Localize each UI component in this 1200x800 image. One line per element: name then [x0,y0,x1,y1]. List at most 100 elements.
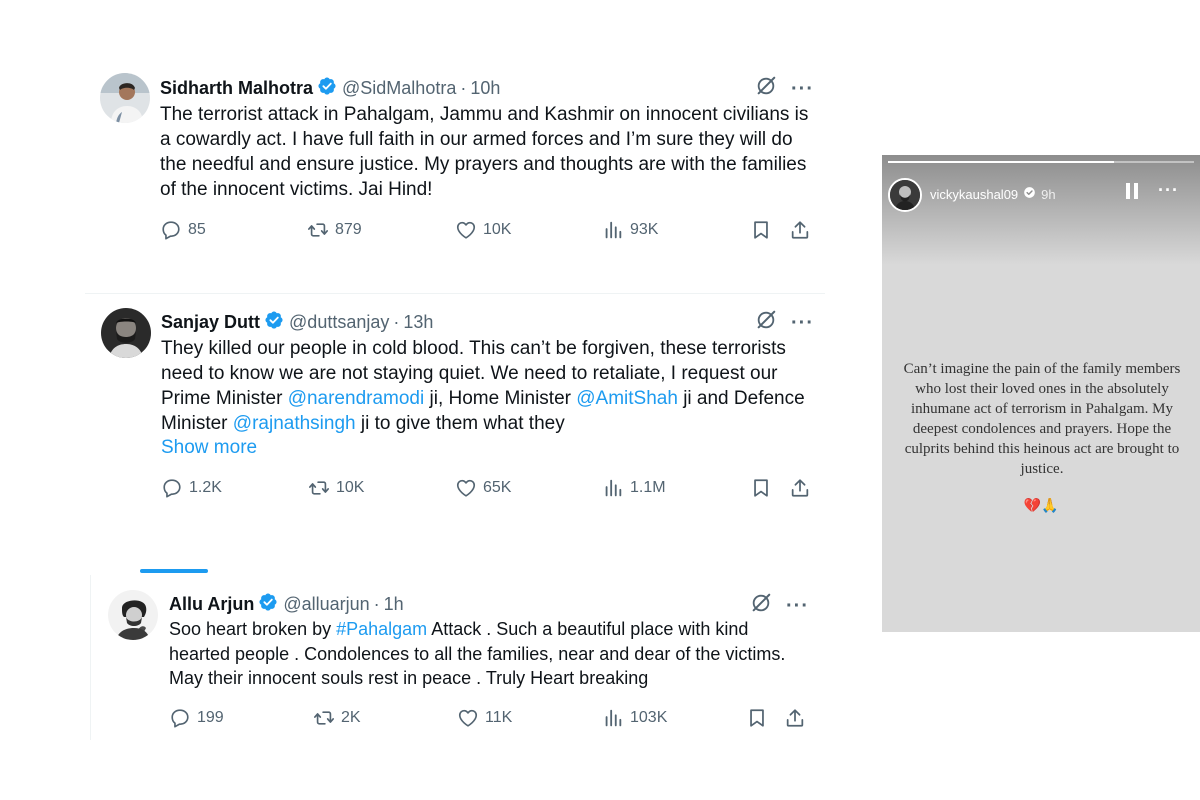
story-header-gradient [882,155,1200,265]
reply-icon [160,219,182,241]
mention-link[interactable]: @AmitShah [576,388,678,409]
reply-icon [169,707,191,729]
share-button[interactable] [789,219,811,241]
reply-button[interactable]: 1.2K [161,477,222,499]
separator: · [393,312,400,332]
views-button[interactable]: 93K [602,219,658,241]
share-icon [789,219,811,241]
reply-count: 85 [188,221,206,238]
repost-button[interactable]: 879 [307,219,362,241]
text-segment: ji to give them what they [355,413,565,434]
repost-count: 2K [341,709,361,726]
story-progress-bar [888,161,1194,163]
tweet-text: The terrorist attack in Pahalgam, Jammu … [160,104,809,200]
story-progress-fill [888,161,1115,163]
text-segment: ji, Home Minister [424,388,577,409]
views-count: 1.1M [630,479,666,496]
timestamp[interactable]: 10h [470,78,500,99]
tweet-actions: 199 2K 11K 103K [169,707,809,729]
repost-button[interactable]: 2K [313,707,361,729]
like-count: 65K [483,479,512,496]
grok-icon[interactable] [755,75,777,102]
views-button[interactable]: 103K [602,707,667,729]
reply-count: 1.2K [189,479,222,496]
hashtag-link[interactable]: #Pahalgam [336,619,427,639]
story-user-row: vickykaushal09 9h [930,186,1056,202]
avatar[interactable] [108,590,158,640]
story-time: 9h [1041,186,1056,202]
timestamp[interactable]: 1h [384,594,404,615]
tweet-text: Soo heart broken by #Pahalgam Attack . S… [169,617,794,691]
tweet-top-icons: ··· [750,592,809,619]
author-name[interactable]: Sidharth Malhotra [160,78,313,99]
like-button[interactable]: 10K [455,219,511,241]
more-icon[interactable]: ··· [791,79,814,99]
reply-count: 199 [197,709,224,726]
instagram-story[interactable]: vickykaushal09 9h ··· Can’t imagine the … [882,155,1200,632]
avatar[interactable] [101,308,151,358]
bookmark-button[interactable] [750,477,772,499]
mention-link[interactable]: @rajnathsingh [233,413,356,434]
like-button[interactable]: 65K [455,477,511,499]
mention-link[interactable]: @narendramodi [288,388,425,409]
share-button[interactable] [784,707,806,729]
verified-badge-icon [1023,186,1036,202]
tweet-actions: 85 879 10K 93K [160,219,820,241]
tweet-top-icons: ··· [755,75,814,102]
share-icon [784,707,806,729]
story-username[interactable]: vickykaushal09 [930,187,1018,202]
repost-count: 10K [336,479,365,496]
bookmark-button[interactable] [746,707,768,729]
separator: · [373,594,380,614]
story-text: Can’t imagine the pain of the family mem… [903,361,1181,477]
views-button[interactable]: 1.1M [602,477,666,499]
bookmark-icon [750,477,772,499]
verified-badge-icon [258,592,278,617]
views-icon [602,219,624,241]
pause-icon[interactable] [1125,183,1139,199]
repost-icon [313,707,335,729]
more-icon[interactable]: ··· [786,596,809,616]
share-button[interactable] [789,477,811,499]
author-name[interactable]: Allu Arjun [169,594,254,615]
views-icon [602,707,624,729]
reply-button[interactable]: 85 [160,219,206,241]
views-count: 103K [630,709,668,726]
views-icon [602,477,624,499]
like-icon [455,219,477,241]
bookmark-icon [746,707,768,729]
views-count: 93K [630,221,659,238]
reply-button[interactable]: 199 [169,707,224,729]
tweet-header: Allu Arjun @alluarjun · 1h [169,592,404,617]
grok-icon[interactable] [750,592,772,619]
tweet-card[interactable]: Allu Arjun @alluarjun · 1h ··· Soo heart… [90,575,815,740]
verified-badge-icon [264,310,284,335]
repost-button[interactable]: 10K [308,477,364,499]
like-count: 11K [485,709,513,726]
like-button[interactable]: 11K [457,707,512,729]
share-icon [789,477,811,499]
avatar[interactable] [100,73,150,123]
timestamp[interactable]: 13h [403,312,433,333]
author-handle[interactable]: @duttsanjay [289,312,389,333]
separator: · [460,78,467,98]
tweet-text: They killed our people in cold blood. Th… [161,336,816,436]
story-avatar[interactable] [888,178,922,212]
tweet-card[interactable]: Sidharth Malhotra @SidMalhotra · 10h ···… [85,60,825,270]
bookmark-button[interactable] [750,219,772,241]
tweet-header: Sidharth Malhotra @SidMalhotra · 10h [160,76,500,101]
show-more-link[interactable]: Show more [161,437,257,459]
author-handle[interactable]: @SidMalhotra [342,78,456,99]
author-handle[interactable]: @alluarjun [283,594,369,615]
more-icon[interactable]: ··· [791,313,814,333]
tab-indicator [140,569,208,573]
bookmark-icon [750,219,772,241]
tweet-card[interactable]: Sanjay Dutt @duttsanjay · 13h ··· They k… [85,293,825,518]
text-segment: Soo heart broken by [169,619,337,639]
grok-icon[interactable] [755,309,777,336]
tweet-actions: 1.2K 10K 65K 1.1M [161,477,821,499]
author-name[interactable]: Sanjay Dutt [161,312,260,333]
reply-icon [161,477,183,499]
repost-icon [307,219,329,241]
more-icon[interactable]: ··· [1158,181,1179,199]
